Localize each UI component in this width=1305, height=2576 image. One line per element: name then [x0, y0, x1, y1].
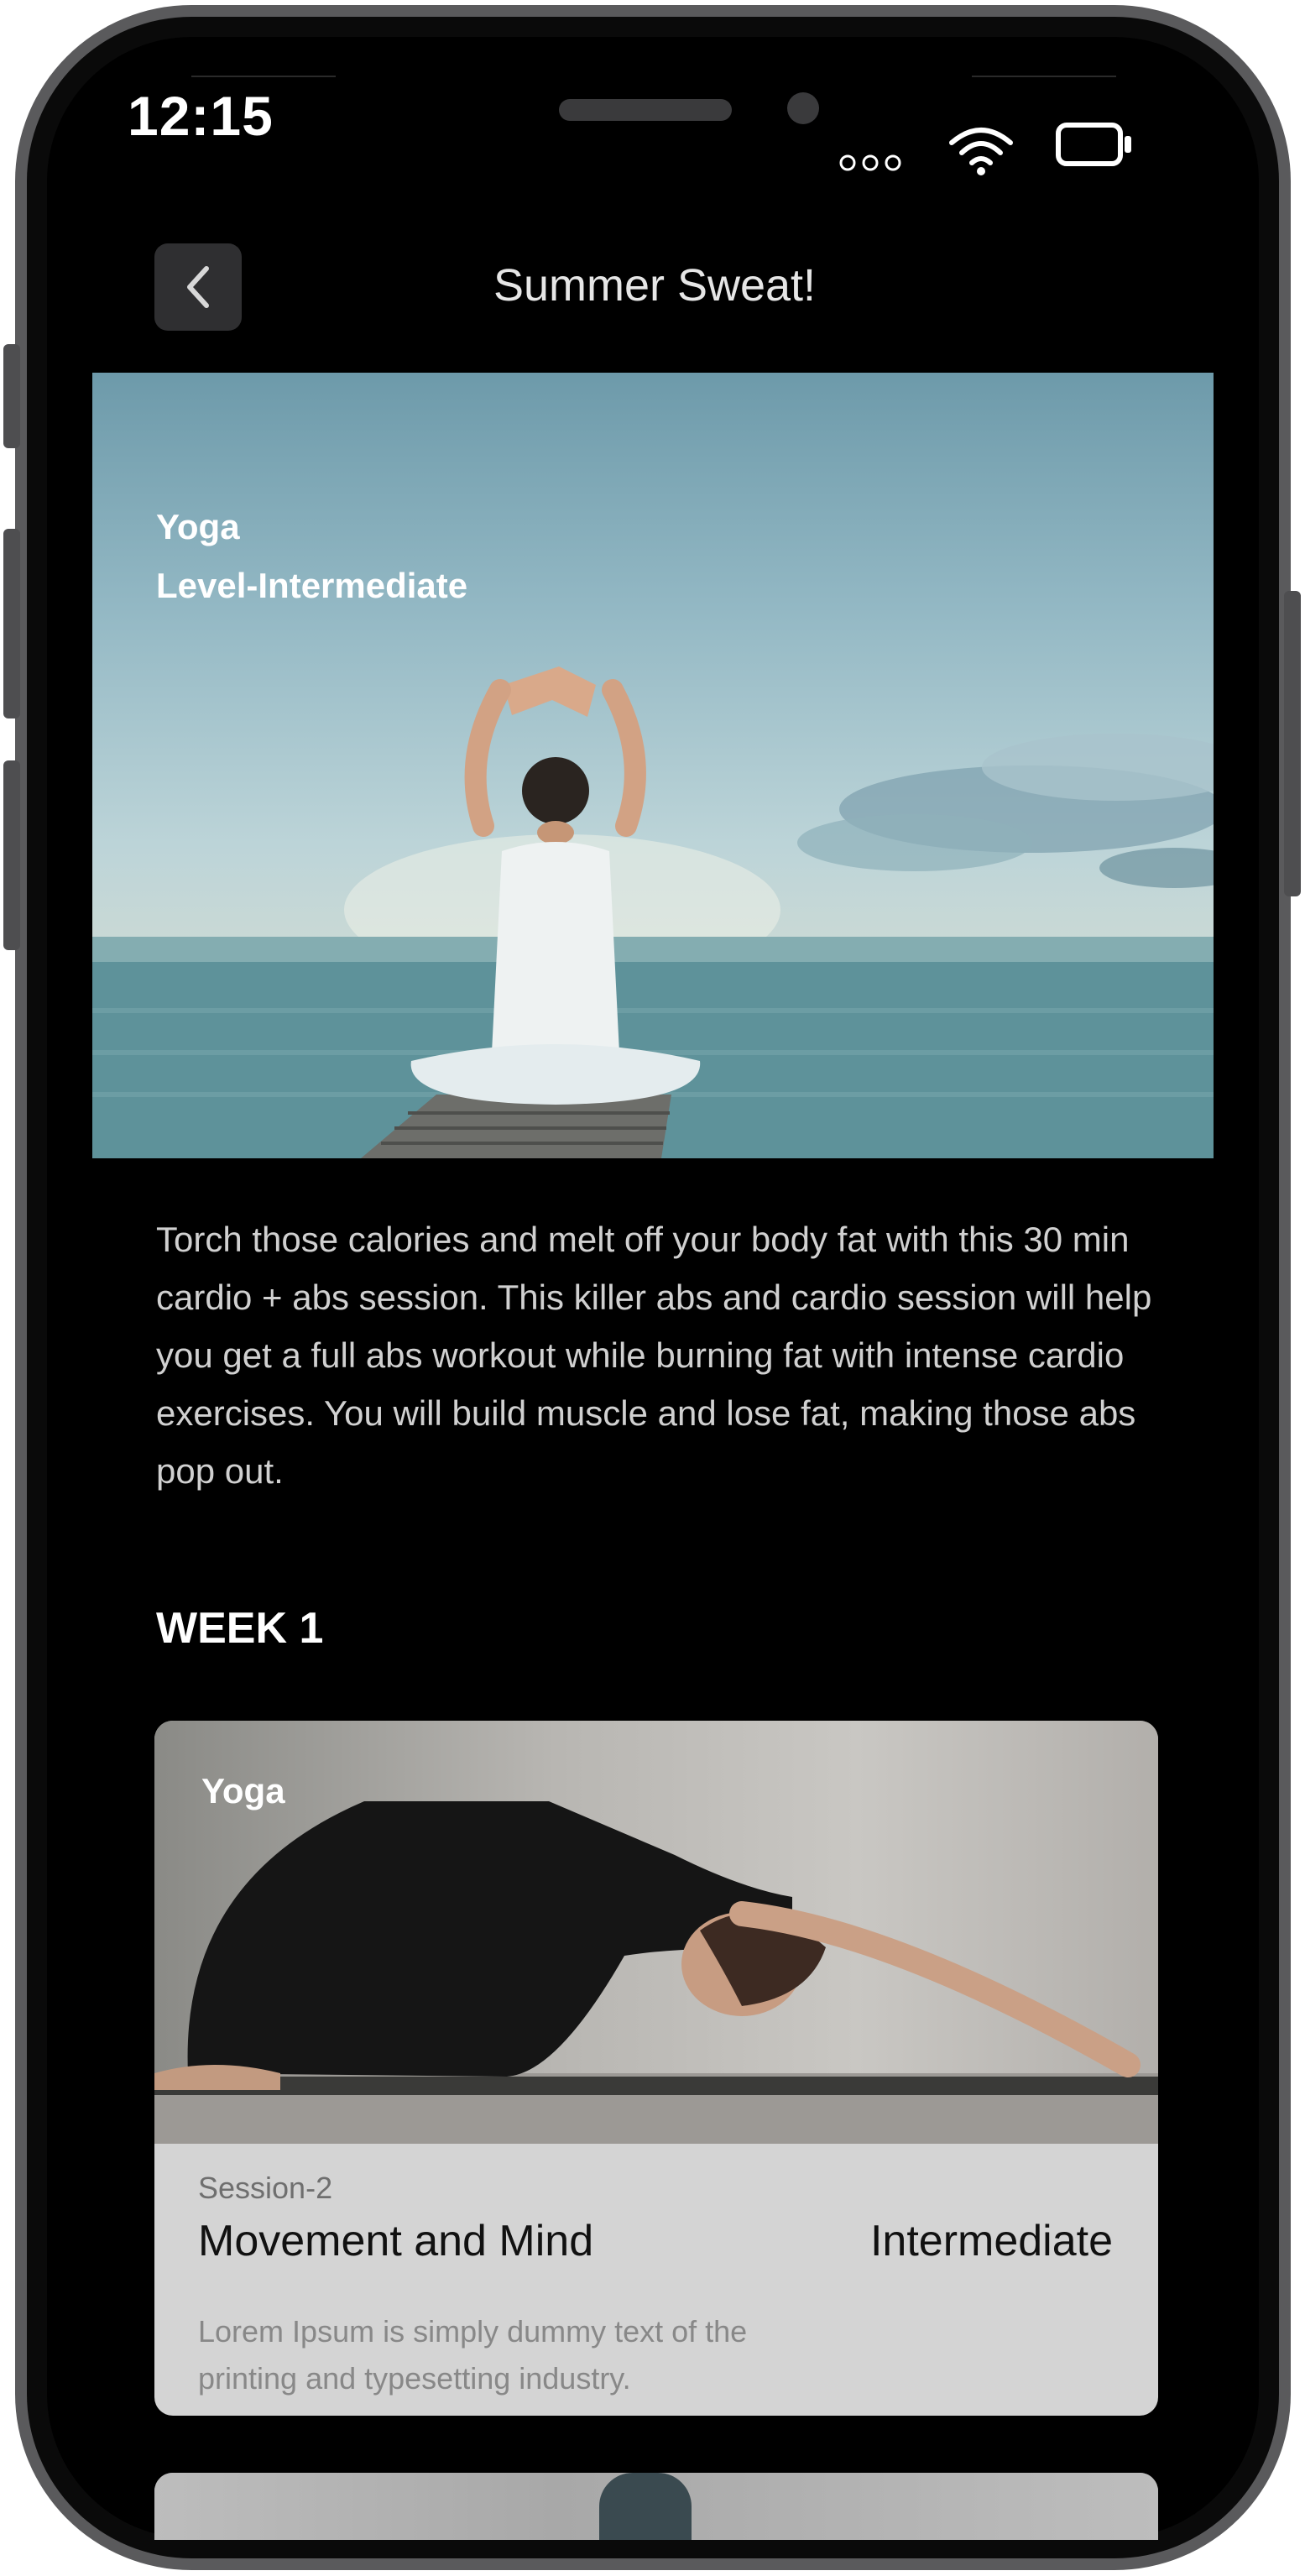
- next-session-figure: [599, 2473, 692, 2540]
- session-image: Yoga: [154, 1721, 1158, 2144]
- power-button: [1284, 591, 1301, 896]
- program-description: Torch those calories and melt off your b…: [156, 1220, 1152, 1491]
- status-time: 12:15: [128, 85, 274, 147]
- front-camera: [787, 92, 819, 124]
- wifi-icon: [949, 128, 1013, 175]
- silent-switch: [3, 344, 20, 448]
- hero-level: Level-Intermediate: [156, 566, 468, 605]
- session-title: Movement and Mind: [198, 2217, 594, 2265]
- session-card[interactable]: Yoga Session-2 Movement and Mind Interme…: [154, 1721, 1158, 2416]
- bezel-line-left: [191, 76, 336, 77]
- bezel-line-right: [972, 76, 1116, 77]
- child-pose-illustration: [154, 1801, 1158, 2144]
- week-heading: WEEK 1: [156, 1604, 324, 1653]
- volume-down-button: [3, 760, 20, 950]
- yoga-ocean-illustration: [92, 666, 1214, 1158]
- chevron-left-icon: [187, 266, 209, 308]
- speaker-grille: [559, 99, 732, 121]
- signal-icon: [839, 154, 901, 171]
- page-title: Summer Sweat!: [493, 260, 817, 311]
- volume-up-button: [3, 529, 20, 718]
- hero-image: Yoga Level-Intermediate: [92, 373, 1214, 1158]
- next-session-card[interactable]: [154, 2473, 1158, 2540]
- session-number: Session-2: [198, 2171, 333, 2205]
- session-description: Lorem Ipsum is simply dummy text of the …: [198, 2314, 748, 2396]
- back-button[interactable]: [154, 243, 242, 331]
- session-tag: Yoga: [201, 1771, 285, 1811]
- hero-category: Yoga: [156, 507, 240, 546]
- session-level: Intermediate: [869, 2217, 1113, 2265]
- battery-icon: [1056, 123, 1131, 166]
